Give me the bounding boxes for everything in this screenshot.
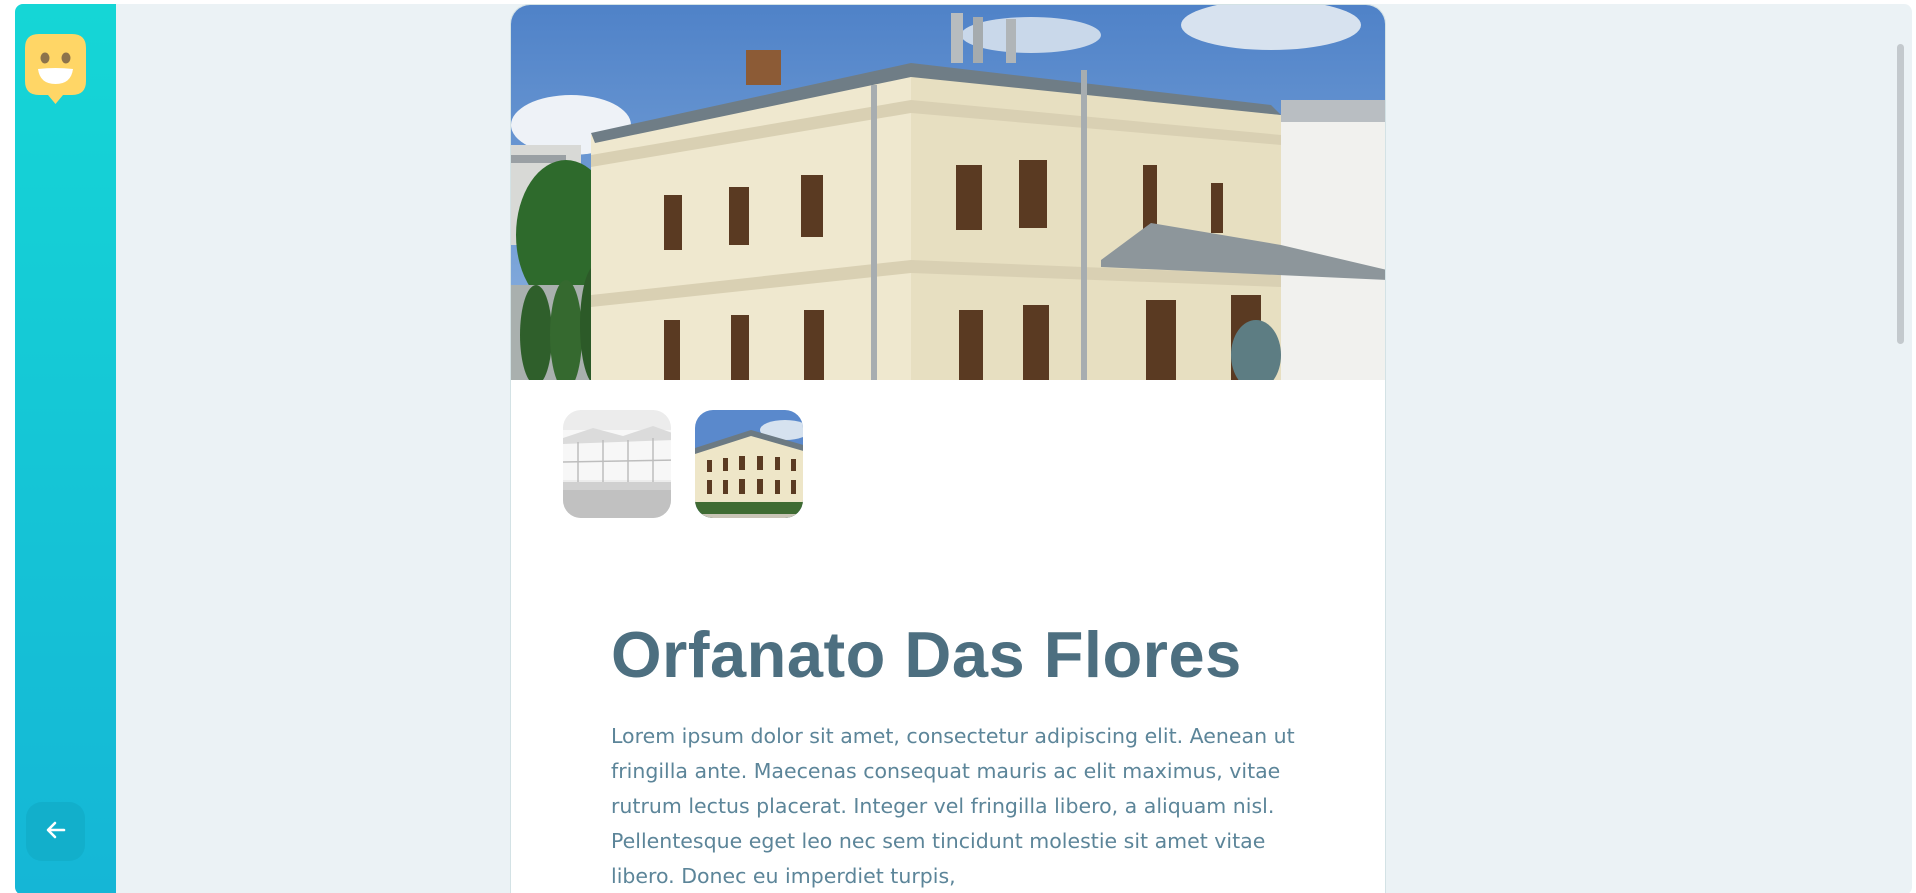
- orphanage-name: Orfanato Das Flores: [611, 618, 1242, 691]
- sidebar: [15, 4, 116, 893]
- scrollbar-thumb[interactable]: [1897, 44, 1904, 344]
- arrow-left-icon: [44, 818, 68, 845]
- photo-thumbnail[interactable]: [561, 408, 673, 520]
- back-button[interactable]: [26, 802, 85, 861]
- orphanage-about: Lorem ipsum dolor sit amet, consectetur …: [611, 724, 1295, 888]
- photo-thumbnail-active[interactable]: [693, 408, 805, 520]
- app-window: Orfanato Das Flores Lorem ipsum dolor si…: [15, 4, 1912, 893]
- orphanage-details-card: Orfanato Das Flores Lorem ipsum dolor si…: [510, 4, 1386, 893]
- photo-thumbnails: [561, 408, 805, 520]
- main-photo: [511, 5, 1385, 380]
- smiley-chat-logo-icon: [25, 34, 86, 105]
